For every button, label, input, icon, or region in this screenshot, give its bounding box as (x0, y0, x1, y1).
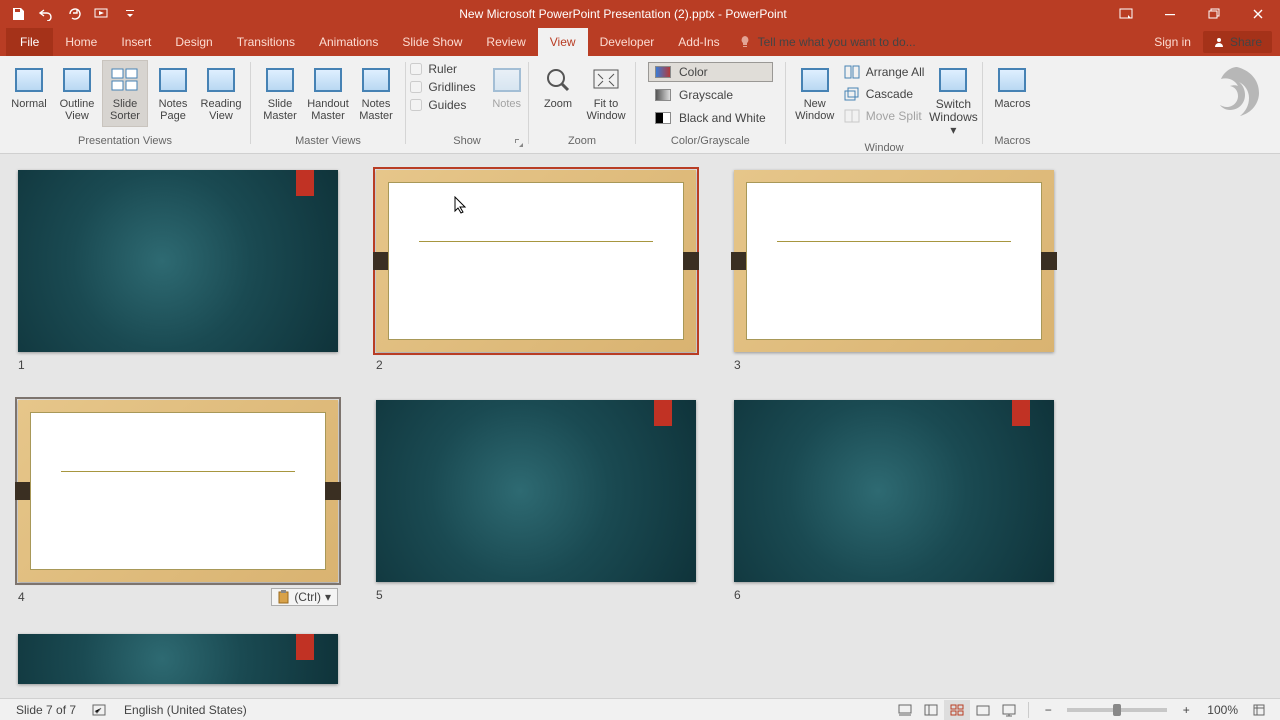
group-zoom: Zoom Fit to Window Zoom (529, 56, 635, 152)
ribbon: Normal Outline View Slide Sorter Notes P… (0, 56, 1280, 154)
tell-me-placeholder: Tell me what you want to do... (758, 35, 916, 49)
chevron-down-icon: ▾ (950, 123, 956, 137)
slideshow-status-button[interactable] (996, 700, 1022, 720)
arrange-all-button[interactable]: Arrange All (840, 62, 929, 82)
tab-file[interactable]: File (6, 28, 53, 56)
show-dialog-launcher-icon[interactable] (513, 137, 525, 149)
group-presentation-views: Normal Outline View Slide Sorter Notes P… (0, 56, 250, 152)
cursor-icon (454, 196, 468, 214)
group-window: New Window Arrange All Cascade Move Spli… (786, 56, 983, 152)
move-split-button: Move Split (840, 106, 929, 126)
slide-thumbnail[interactable]: 3 (734, 170, 1054, 372)
quick-access-toolbar (0, 2, 142, 26)
redo-icon[interactable] (62, 2, 86, 26)
reading-view-button[interactable]: Reading View (198, 60, 244, 127)
minimize-icon[interactable] (1148, 0, 1192, 28)
slide-sorter-status-button[interactable] (944, 700, 970, 720)
notes-button: Notes (484, 60, 530, 115)
macros-button[interactable]: Macros (989, 60, 1035, 115)
tab-insert[interactable]: Insert (109, 28, 163, 56)
tab-animations[interactable]: Animations (307, 28, 390, 56)
sign-in-button[interactable]: Sign in (1142, 35, 1203, 49)
zoom-button[interactable]: Zoom (535, 60, 581, 115)
fit-to-window-button[interactable]: Fit to Window (583, 60, 629, 127)
slide-grid: 1 2 3 4 (Ctrl) ▾ 5 (18, 170, 1262, 684)
lightbulb-icon (738, 35, 752, 49)
reading-view-status-button[interactable] (970, 700, 996, 720)
status-bar: Slide 7 of 7 English (United States) − +… (0, 698, 1280, 720)
normal-view-button[interactable]: Normal (6, 60, 52, 115)
language-status[interactable]: English (United States) (116, 703, 255, 717)
slide-thumbnail[interactable]: 1 (18, 170, 338, 372)
group-master-views: Slide Master Handout Master Notes Master… (251, 56, 405, 152)
tab-transitions[interactable]: Transitions (225, 28, 307, 56)
zoom-slider[interactable] (1067, 708, 1167, 712)
black-and-white-button[interactable]: Black and White (648, 108, 773, 128)
save-icon[interactable] (6, 2, 30, 26)
zoom-level[interactable]: 100% (1199, 703, 1246, 717)
slide-sorter-workspace[interactable]: 1 2 3 4 (Ctrl) ▾ 5 (0, 154, 1280, 698)
slide-thumbnail[interactable]: 4 (Ctrl) ▾ (18, 400, 338, 606)
ribbon-tabs: File Home Insert Design Transitions Anim… (0, 28, 1280, 56)
chevron-down-icon: ▾ (325, 590, 331, 604)
notes-master-button[interactable]: Notes Master (353, 60, 399, 127)
notes-status-button[interactable] (892, 700, 918, 720)
slide-thumbnail[interactable]: 5 (376, 400, 696, 606)
qat-customize-icon[interactable] (118, 2, 142, 26)
fit-to-window-status-button[interactable] (1246, 700, 1272, 720)
title-bar: New Microsoft PowerPoint Presentation (2… (0, 0, 1280, 28)
window-controls (1104, 0, 1280, 28)
zoom-in-button[interactable]: + (1173, 700, 1199, 720)
spell-check-icon[interactable] (84, 703, 116, 717)
ruler-checkbox[interactable]: Ruler (410, 62, 475, 76)
cascade-button[interactable]: Cascade (840, 84, 929, 104)
slide-thumbnail[interactable]: 6 (734, 400, 1054, 606)
notes-page-button[interactable]: Notes Page (150, 60, 196, 127)
tab-home[interactable]: Home (53, 28, 109, 56)
clipboard-icon (278, 590, 290, 604)
guides-checkbox[interactable]: Guides (410, 98, 475, 112)
tab-review[interactable]: Review (474, 28, 537, 56)
tab-slideshow[interactable]: Slide Show (390, 28, 474, 56)
start-from-beginning-icon[interactable] (90, 2, 114, 26)
slide-master-button[interactable]: Slide Master (257, 60, 303, 127)
slide-thumbnail[interactable]: 2 (376, 170, 696, 372)
share-icon (1213, 36, 1225, 48)
group-show: Ruler Gridlines Guides Notes Show (406, 56, 528, 152)
tab-addins[interactable]: Add-Ins (666, 28, 731, 56)
switch-windows-button[interactable]: Switch Windows ▾ (930, 60, 976, 142)
tell-me-search[interactable]: Tell me what you want to do... (738, 35, 916, 49)
normal-view-status-button[interactable] (918, 700, 944, 720)
slide-count-status[interactable]: Slide 7 of 7 (8, 703, 84, 717)
grayscale-button[interactable]: Grayscale (648, 85, 773, 105)
color-button[interactable]: Color (648, 62, 773, 82)
document-title: New Microsoft PowerPoint Presentation (2… (142, 7, 1104, 21)
dragon-logo-icon (1202, 62, 1272, 132)
new-window-button[interactable]: New Window (792, 60, 838, 127)
handout-master-button[interactable]: Handout Master (305, 60, 351, 127)
share-button[interactable]: Share (1203, 31, 1272, 53)
close-icon[interactable] (1236, 0, 1280, 28)
zoom-out-button[interactable]: − (1035, 700, 1061, 720)
paste-options-button[interactable]: (Ctrl) ▾ (271, 588, 338, 606)
tab-developer[interactable]: Developer (588, 28, 667, 56)
group-color-grayscale: Color Grayscale Black and White Color/Gr… (636, 56, 785, 152)
undo-icon[interactable] (34, 2, 58, 26)
slide-sorter-button[interactable]: Slide Sorter (102, 60, 148, 127)
slide-thumbnail[interactable] (18, 634, 338, 684)
group-macros: Macros Macros (983, 56, 1041, 152)
tab-design[interactable]: Design (163, 28, 224, 56)
tab-view[interactable]: View (538, 28, 588, 56)
restore-icon[interactable] (1192, 0, 1236, 28)
gridlines-checkbox[interactable]: Gridlines (410, 80, 475, 94)
ribbon-display-options-icon[interactable] (1104, 0, 1148, 28)
outline-view-button[interactable]: Outline View (54, 60, 100, 127)
